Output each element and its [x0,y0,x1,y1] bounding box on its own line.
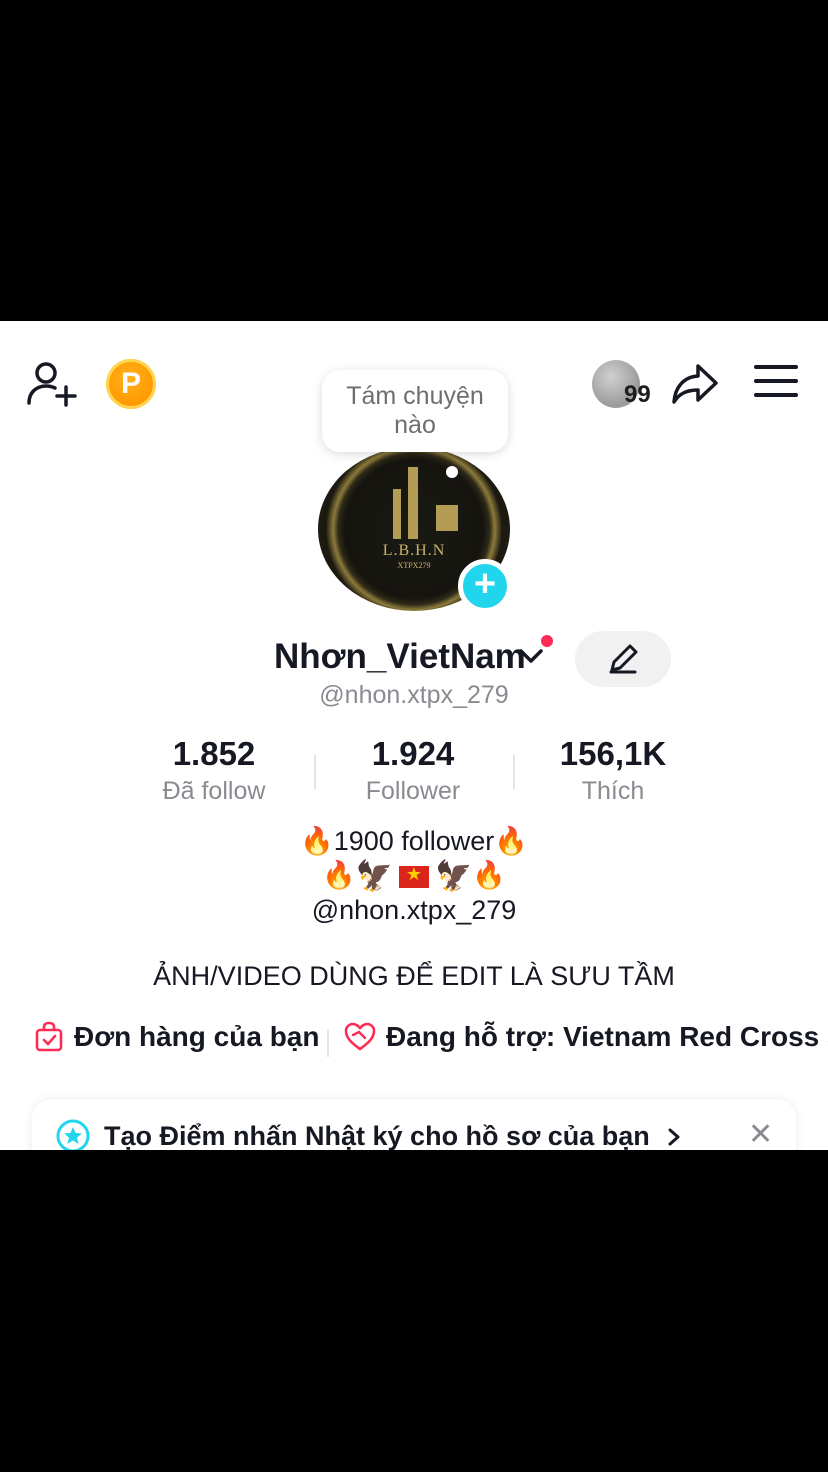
profile-viewers-count[interactable]: 99 [624,381,651,409]
bio-line-2: 🔥🦅🦅🔥 [0,859,828,894]
shopping-bag-icon [35,1021,63,1052]
close-icon[interactable]: ✕ [748,1117,773,1150]
diary-highlight-banner[interactable]: Tạo Điểm nhấn Nhật ký cho hồ sơ của bạn … [32,1099,796,1150]
note-bubble-tail [446,466,458,478]
charity-support-link[interactable]: Đang hỗ trợ: Vietnam Red Cross S [344,1021,828,1053]
charity-support-label: Đang hỗ trợ: Vietnam Red Cross S [386,1021,828,1052]
chevron-right-icon [668,1128,680,1146]
letterbox-top [0,0,828,321]
stat-label: Đã follow [162,777,266,805]
fire-emoji: 🔥 [472,860,506,890]
menu-icon[interactable] [754,365,798,401]
pencil-icon [609,644,638,674]
notification-dot [539,633,555,649]
banner-text: Tạo Điểm nhấn Nhật ký cho hồ sơ của bạn [104,1121,683,1150]
stat-followers[interactable]: 1.924 Follower [313,735,513,806]
avatar-tower-shape [408,467,418,539]
bio-line-4: ẢNH/VIDEO DÙNG ĐỂ EDIT LÀ SƯU TẦM [153,961,675,991]
stat-likes[interactable]: 156,1K Thích [513,735,713,806]
stat-value: 1.924 [371,735,455,772]
letterbox-bottom [0,1150,828,1472]
bio-mention-link[interactable]: @nhon.xtpx_279 [0,895,828,926]
orders-link[interactable]: Đơn hàng của bạn [34,1021,319,1053]
stat-value: 1.852 [172,735,256,772]
note-bubble[interactable]: Tám chuyện nào [322,370,508,452]
eagle-icon: 🦅 [355,860,393,894]
stat-following[interactable]: 1.852 Đã follow [114,735,314,806]
avatar-pagoda-shape [436,505,458,531]
avatar-emblem-text: L.B.H.N [382,542,446,559]
eagle-icon: 🦅 [435,860,473,894]
chevron-down-icon[interactable] [517,647,545,667]
stat-label: Thích [581,777,645,805]
edit-profile-button[interactable] [575,631,671,687]
avatar-emblem-subtext: XTPX279 [397,561,431,570]
vietnam-flag-icon [399,864,429,888]
add-story-button[interactable]: + [458,559,512,613]
heart-handshake-icon [344,1022,376,1051]
add-friend-icon[interactable] [26,361,78,407]
avatar-tower-shape [393,489,401,539]
orders-link-label: Đơn hàng của bạn [74,1021,320,1052]
stat-label: Follower [365,777,461,805]
coin-icon[interactable]: P [106,359,156,409]
note-bubble-line1: Tám chuyện [346,382,484,410]
fire-emoji: 🔥 [322,860,356,890]
star-badge-icon [56,1119,90,1150]
bio-line-1: 🔥1900 follower🔥 [300,826,528,856]
share-icon[interactable] [670,361,720,407]
stat-value: 156,1K [559,735,667,772]
name-row: Nhơn_VietNam [0,631,828,687]
links-divider [327,1029,329,1057]
profile-screen: P 99 L.B.H.N XTPX279 + Tám chuyện nào Nh… [0,321,828,1150]
profile-links-row: Đơn hàng của bạn Đang hỗ trợ: Vietnam Re… [0,1021,828,1069]
username: @nhon.xtpx_279 [319,681,509,709]
note-bubble-line2: nào [394,411,436,439]
display-name[interactable]: Nhơn_VietNam [274,637,526,677]
